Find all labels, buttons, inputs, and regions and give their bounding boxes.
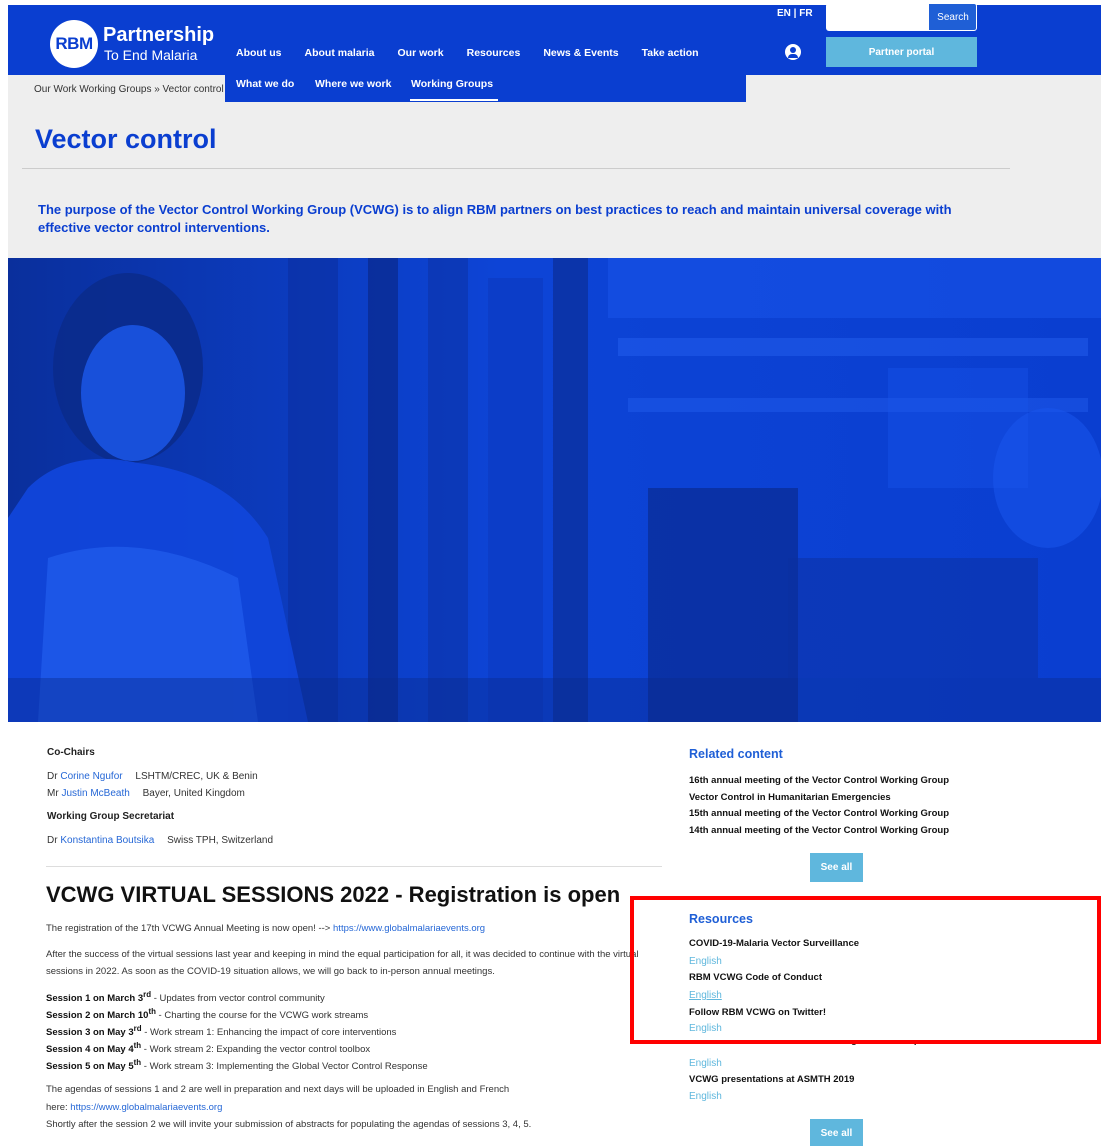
page-title: Vector control (35, 124, 217, 154)
session-item: Session 1 on March 3rd - Updates from ve… (46, 990, 325, 1004)
nav-about-us[interactable]: About us (236, 47, 282, 59)
person-name-link[interactable]: Justin McBeath (61, 788, 129, 799)
section-divider (46, 866, 662, 867)
resource-language-link[interactable]: English (689, 1091, 722, 1102)
subnav-working-groups[interactable]: Working Groups (411, 78, 493, 90)
resources-see-all-button[interactable]: See all (810, 1119, 863, 1146)
person-title: Dr (47, 835, 58, 846)
session-desc: - Updates from vector control community (151, 993, 325, 1005)
highlight-box (630, 896, 1101, 1044)
secretariat-label: Working Group Secretariat (47, 811, 175, 822)
user-icon[interactable] (785, 44, 801, 60)
logo-subtitle[interactable]: To End Malaria (104, 47, 197, 63)
related-item[interactable]: 16th annual meeting of the Vector Contro… (689, 775, 949, 786)
session-desc: - Work stream 3: Implementing the Global… (141, 1061, 428, 1073)
sub-nav-dropdown: What we do Where we work Working Groups (225, 72, 746, 102)
intro-text: The purpose of the Vector Control Workin… (38, 202, 952, 235)
person-title: Dr (47, 771, 58, 782)
sessions-title: VCWG VIRTUAL SESSIONS 2022 - Registratio… (46, 882, 621, 907)
cochairs-label: Co-Chairs (47, 747, 95, 758)
session-name: Session 4 on May 4th (46, 1041, 142, 1056)
agenda-here: here: (46, 1102, 68, 1113)
subnav-what-we-do[interactable]: What we do (236, 78, 294, 90)
session-name: Session 2 on March 10th (46, 1007, 156, 1022)
session-item: Session 3 on May 3rd - Work stream 1: En… (46, 1024, 396, 1038)
person-org: LSHTM/CREC, UK & Benin (135, 771, 258, 782)
breadcrumb[interactable]: Our Work Working Groups » Vector control (34, 84, 224, 95)
session-item: Session 4 on May 4th - Work stream 2: Ex… (46, 1041, 370, 1055)
registration-paragraph: The registration of the 17th VCWG Annual… (46, 920, 666, 937)
main-nav: About us About malaria Our work Resource… (236, 47, 722, 59)
nav-about-malaria[interactable]: About malaria (305, 47, 375, 59)
nav-news-events[interactable]: News & Events (543, 47, 618, 59)
related-item[interactable]: 14th annual meeting of the Vector Contro… (689, 825, 949, 836)
person-name-link[interactable]: Konstantina Boutsika (60, 835, 154, 846)
agenda-paragraph: The agendas of sessions 1 and 2 are well… (46, 1084, 510, 1095)
session-name: Session 1 on March 3rd (46, 990, 152, 1005)
partner-portal-button[interactable]: Partner portal (826, 37, 977, 67)
title-divider (22, 168, 1010, 169)
search-button[interactable]: Search (929, 4, 976, 30)
hero-photo-illustration (8, 258, 1101, 722)
resource-title[interactable]: VCWG presentations at ASMTH 2019 (689, 1074, 854, 1085)
cochair-row: Mr Justin McBeath Bayer, United Kingdom (47, 788, 245, 799)
session-desc: - Charting the course for the VCWG work … (155, 1010, 369, 1022)
person-org: Swiss TPH, Switzerland (167, 835, 274, 846)
language-switcher[interactable]: EN | FR (777, 8, 813, 19)
related-see-all-button[interactable]: See all (810, 853, 863, 882)
agenda-link[interactable]: https://www.globalmalariaevents.org (70, 1102, 222, 1113)
registration-text: The registration of the 17th VCWG Annual… (46, 923, 331, 934)
cochair-row: Dr Corine Ngufor LSHTM/CREC, UK & Benin (47, 771, 258, 782)
person-title: Mr (47, 788, 59, 799)
nav-resources[interactable]: Resources (467, 47, 521, 59)
session-name: Session 3 on May 3rd (46, 1024, 142, 1039)
nav-our-work[interactable]: Our work (398, 47, 444, 59)
rbm-logo[interactable]: RBM (50, 20, 98, 68)
session-item: Session 2 on March 10th - Charting the c… (46, 1007, 368, 1021)
virtual-sessions-paragraph: After the success of the virtual session… (46, 949, 639, 977)
abstracts-paragraph: Shortly after the session 2 we will invi… (46, 1119, 532, 1130)
search-input[interactable] (827, 4, 929, 30)
secretariat-row: Dr Konstantina Boutsika Swiss TPH, Switz… (47, 835, 273, 846)
session-desc: - Work stream 2: Expanding the vector co… (141, 1044, 371, 1056)
person-org: Bayer, United Kingdom (142, 788, 245, 799)
registration-link[interactable]: https://www.globalmalariaevents.org (333, 923, 485, 934)
session-item: Session 5 on May 5th - Work stream 3: Im… (46, 1058, 428, 1072)
related-item[interactable]: 15th annual meeting of the Vector Contro… (689, 808, 949, 819)
agenda-link-line: here: https://www.globalmalariaevents.or… (46, 1099, 666, 1116)
nav-take-action[interactable]: Take action (642, 47, 699, 59)
resource-language-link[interactable]: English (689, 1058, 722, 1069)
session-name: Session 5 on May 5th (46, 1058, 142, 1073)
subnav-where-we-work[interactable]: Where we work (315, 78, 391, 90)
logo-title[interactable]: Partnership (103, 24, 214, 47)
search-box: Search (826, 3, 977, 31)
person-name-link[interactable]: Corine Ngufor (60, 771, 122, 782)
subnav-active-indicator (410, 99, 498, 101)
hero-image (8, 258, 1101, 722)
session-desc: - Work stream 1: Enhancing the impact of… (141, 1027, 397, 1039)
related-content-heading: Related content (689, 747, 783, 761)
related-item[interactable]: Vector Control in Humanitarian Emergenci… (689, 792, 891, 803)
